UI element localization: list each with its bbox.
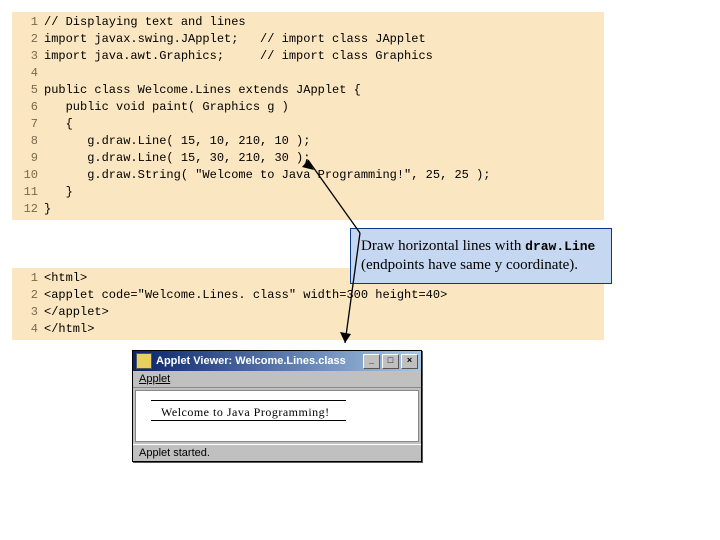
code-line: 9 g.draw.Line( 15, 30, 210, 30 );	[16, 150, 600, 167]
code-line: 1// Displaying text and lines	[16, 14, 600, 31]
code-line: 3import java.awt.Graphics; // import cla…	[16, 48, 600, 65]
code-text: }	[44, 201, 51, 218]
window-buttons: _ □ ×	[363, 354, 418, 369]
line-number: 4	[16, 321, 44, 338]
code-line: 5public class Welcome.Lines extends JApp…	[16, 82, 600, 99]
code-text: g.draw.String( "Welcome to Java Programm…	[44, 167, 490, 184]
code-text: {	[44, 116, 73, 133]
drawn-string: Welcome to Java Programming!	[161, 405, 330, 420]
code-line: 3</applet>	[16, 304, 600, 321]
line-number: 2	[16, 31, 44, 48]
line-number: 7	[16, 116, 44, 133]
line-number: 9	[16, 150, 44, 167]
line-number: 8	[16, 133, 44, 150]
maximize-button[interactable]: □	[382, 354, 399, 369]
code-text: public void paint( Graphics g )	[44, 99, 289, 116]
code-line: 4</html>	[16, 321, 600, 338]
code-text: </html>	[44, 321, 94, 338]
menu-applet-rest: pplet	[146, 373, 170, 385]
code-line: 6 public void paint( Graphics g )	[16, 99, 600, 116]
line-number: 11	[16, 184, 44, 201]
drawn-line-bottom	[151, 420, 346, 421]
applet-canvas: Welcome to Java Programming!	[135, 390, 419, 442]
line-number: 6	[16, 99, 44, 116]
code-block-java: 1// Displaying text and lines2import jav…	[12, 12, 604, 220]
applet-viewer-window: Applet Viewer: Welcome.Lines.class _ □ ×…	[132, 350, 422, 462]
line-number: 4	[16, 65, 44, 82]
line-number: 12	[16, 201, 44, 218]
line-number: 3	[16, 48, 44, 65]
code-text: </applet>	[44, 304, 109, 321]
code-text: }	[44, 184, 73, 201]
status-bar: Applet started.	[133, 444, 421, 461]
callout-text-post: (endpoints have same y coordinate).	[361, 257, 578, 273]
callout-box: Draw horizontal lines with draw.Line (en…	[350, 228, 612, 284]
line-number: 1	[16, 14, 44, 31]
line-number: 1	[16, 270, 44, 287]
window-title: Applet Viewer: Welcome.Lines.class	[156, 355, 363, 367]
minimize-button[interactable]: _	[363, 354, 380, 369]
callout-keyword: draw.Line	[525, 239, 595, 254]
menubar[interactable]: Applet	[133, 371, 421, 388]
code-line: 10 g.draw.String( "Welcome to Java Progr…	[16, 167, 600, 184]
code-text: <html>	[44, 270, 87, 287]
code-text: public class Welcome.Lines extends JAppl…	[44, 82, 361, 99]
drawn-line-top	[151, 400, 346, 401]
code-text: // Displaying text and lines	[44, 14, 246, 31]
code-text: import javax.swing.JApplet; // import cl…	[44, 31, 426, 48]
code-line: 12}	[16, 201, 600, 218]
code-line: 4	[16, 65, 600, 82]
code-line: 2import javax.swing.JApplet; // import c…	[16, 31, 600, 48]
close-button[interactable]: ×	[401, 354, 418, 369]
line-number: 10	[16, 167, 44, 184]
titlebar: Applet Viewer: Welcome.Lines.class _ □ ×	[133, 351, 421, 371]
code-line: 8 g.draw.Line( 15, 10, 210, 10 );	[16, 133, 600, 150]
line-number: 5	[16, 82, 44, 99]
callout-text-pre: Draw horizontal lines with	[361, 238, 525, 254]
code-line: 2<applet code="Welcome.Lines. class" wid…	[16, 287, 600, 304]
code-text: g.draw.Line( 15, 30, 210, 30 );	[44, 150, 310, 167]
code-text: <applet code="Welcome.Lines. class" widt…	[44, 287, 447, 304]
code-line: 7 {	[16, 116, 600, 133]
code-text: g.draw.Line( 15, 10, 210, 10 );	[44, 133, 310, 150]
line-number: 3	[16, 304, 44, 321]
code-text: import java.awt.Graphics; // import clas…	[44, 48, 433, 65]
line-number: 2	[16, 287, 44, 304]
code-line: 11 }	[16, 184, 600, 201]
java-cup-icon	[136, 353, 152, 369]
